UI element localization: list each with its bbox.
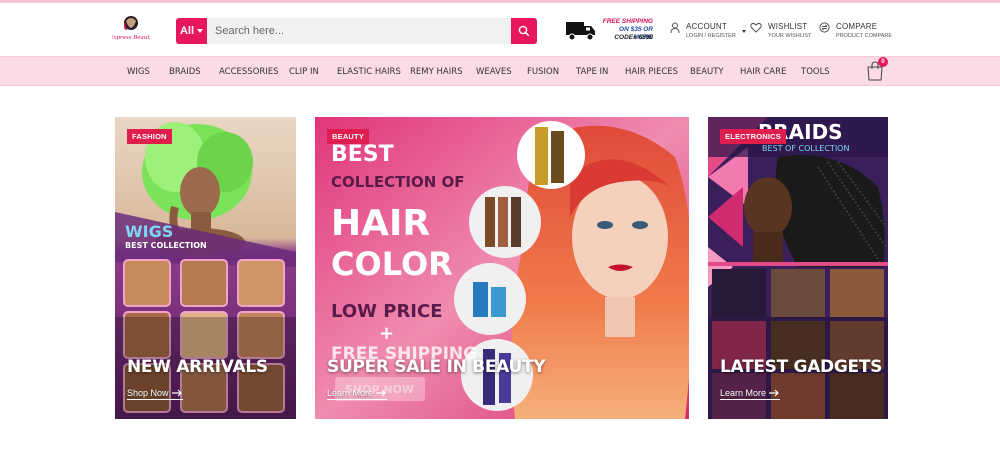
- arrow-right-icon: [171, 389, 182, 397]
- site-logo[interactable]: Express Beauty: [108, 15, 154, 43]
- arrow-right-icon: [376, 389, 386, 397]
- svg-text:COLLECTION OF: COLLECTION OF: [331, 173, 464, 191]
- nav-item-wigs[interactable]: WIGS: [127, 57, 150, 87]
- cart-count-badge: 0: [878, 57, 888, 67]
- nav-item-tape-in[interactable]: TAPE IN: [576, 57, 608, 87]
- compare-sublabel: PRODUCT COMPARE: [836, 33, 893, 39]
- main-nav: WIGS BRAIDS ACCESSORIES CLIP IN ELASTIC …: [0, 56, 1000, 86]
- banner-headline: SUPER SALE IN BEAUTY: [327, 357, 546, 377]
- cta-label: Shop Now: [127, 388, 169, 398]
- account-link[interactable]: ACCOUNT LOGIN / REGISTER: [670, 22, 746, 40]
- account-sublabel: LOGIN / REGISTER: [686, 33, 736, 39]
- account-label: ACCOUNT: [686, 22, 727, 31]
- search-category-label: All: [179, 25, 195, 37]
- banner-electronics[interactable]: BRAIDS BEST OF COLLECTION ELECTRONICS LA…: [708, 117, 888, 419]
- nav-item-remy-hairs[interactable]: REMY HAIRS: [410, 57, 463, 87]
- wishlist-link[interactable]: WISHLIST YOUR WISHLIST: [750, 22, 811, 40]
- cta-label: Learn More: [720, 388, 767, 398]
- shop-now-link[interactable]: Shop Now: [127, 388, 183, 400]
- heart-icon: [750, 22, 762, 33]
- nav-item-tools[interactable]: TOOLS: [801, 57, 830, 87]
- banner-headline: LATEST GADGETS: [720, 357, 883, 377]
- search-bar: All: [176, 18, 537, 44]
- svg-text:BEST: BEST: [331, 142, 394, 167]
- learn-more-link[interactable]: Learn More: [720, 388, 781, 400]
- search-input[interactable]: [207, 18, 511, 44]
- search-button[interactable]: [511, 18, 537, 44]
- nav-item-accessories[interactable]: ACCESSORIES: [219, 57, 279, 87]
- cart-button[interactable]: 0: [866, 57, 888, 81]
- svg-text:BEST COLLECTION: BEST COLLECTION: [125, 241, 207, 250]
- svg-text:COLOR: COLOR: [331, 245, 453, 283]
- chevron-down-icon: [741, 30, 746, 33]
- svg-text:+: +: [379, 323, 394, 344]
- arrow-right-icon: [769, 389, 779, 397]
- cta-label: Learn More: [327, 388, 374, 398]
- search-icon: [518, 25, 530, 37]
- wishlist-sublabel: YOUR WISHLIST: [768, 33, 812, 39]
- svg-text:LOW PRICE: LOW PRICE: [331, 301, 443, 322]
- nav-item-braids[interactable]: BRAIDS: [169, 57, 201, 87]
- nav-item-fusion[interactable]: FUSION: [527, 57, 559, 87]
- category-tag[interactable]: BEAUTY: [327, 129, 370, 144]
- compare-icon: [819, 22, 830, 33]
- category-tag[interactable]: ELECTRONICS: [720, 129, 786, 144]
- banner-fashion[interactable]: WIGS BEST COLLECTION FASHION NEW ARRIVAL…: [115, 117, 296, 419]
- shipping-line-1: FREE SHIPPING: [602, 18, 653, 25]
- search-category-select[interactable]: All: [176, 18, 207, 44]
- banner-headline: NEW ARRIVALS: [127, 357, 268, 377]
- nav-item-hair-care[interactable]: HAIR CARE: [740, 57, 786, 87]
- nav-item-elastic-hairs[interactable]: ELASTIC HAIRS: [337, 57, 401, 87]
- site-header: Express Beauty All FREE SHIPPING ON $35 …: [0, 3, 1000, 56]
- chevron-down-icon: [197, 29, 204, 33]
- compare-link[interactable]: COMPARE PRODUCT COMPARE: [819, 22, 892, 40]
- svg-text:WIGS: WIGS: [125, 222, 173, 241]
- nav-item-beauty[interactable]: BEAUTY: [690, 57, 724, 87]
- banner-beauty[interactable]: BEST COLLECTION OF HAIR COLOR LOW PRICE …: [315, 117, 689, 419]
- nav-item-hair-pieces[interactable]: HAIR PIECES: [625, 57, 678, 87]
- learn-more-link[interactable]: Learn More: [327, 388, 388, 400]
- truck-icon: [566, 22, 595, 41]
- wishlist-label: WISHLIST: [768, 22, 808, 31]
- category-tag[interactable]: FASHION: [127, 129, 172, 144]
- user-icon: [670, 22, 680, 34]
- nav-item-clip-in[interactable]: CLIP IN: [289, 57, 319, 87]
- nav-item-weaves[interactable]: WEAVES: [476, 57, 512, 87]
- svg-text:HAIR: HAIR: [331, 203, 430, 244]
- compare-label: COMPARE: [836, 22, 878, 31]
- svg-text:Express Beauty: Express Beauty: [112, 35, 150, 41]
- shipping-line-3: CODE# 6598: [614, 34, 653, 41]
- free-shipping-promo: FREE SHIPPING ON $35 OR MORE CODE# 6598: [565, 16, 653, 46]
- svg-text:BEST OF COLLECTION: BEST OF COLLECTION: [762, 144, 849, 153]
